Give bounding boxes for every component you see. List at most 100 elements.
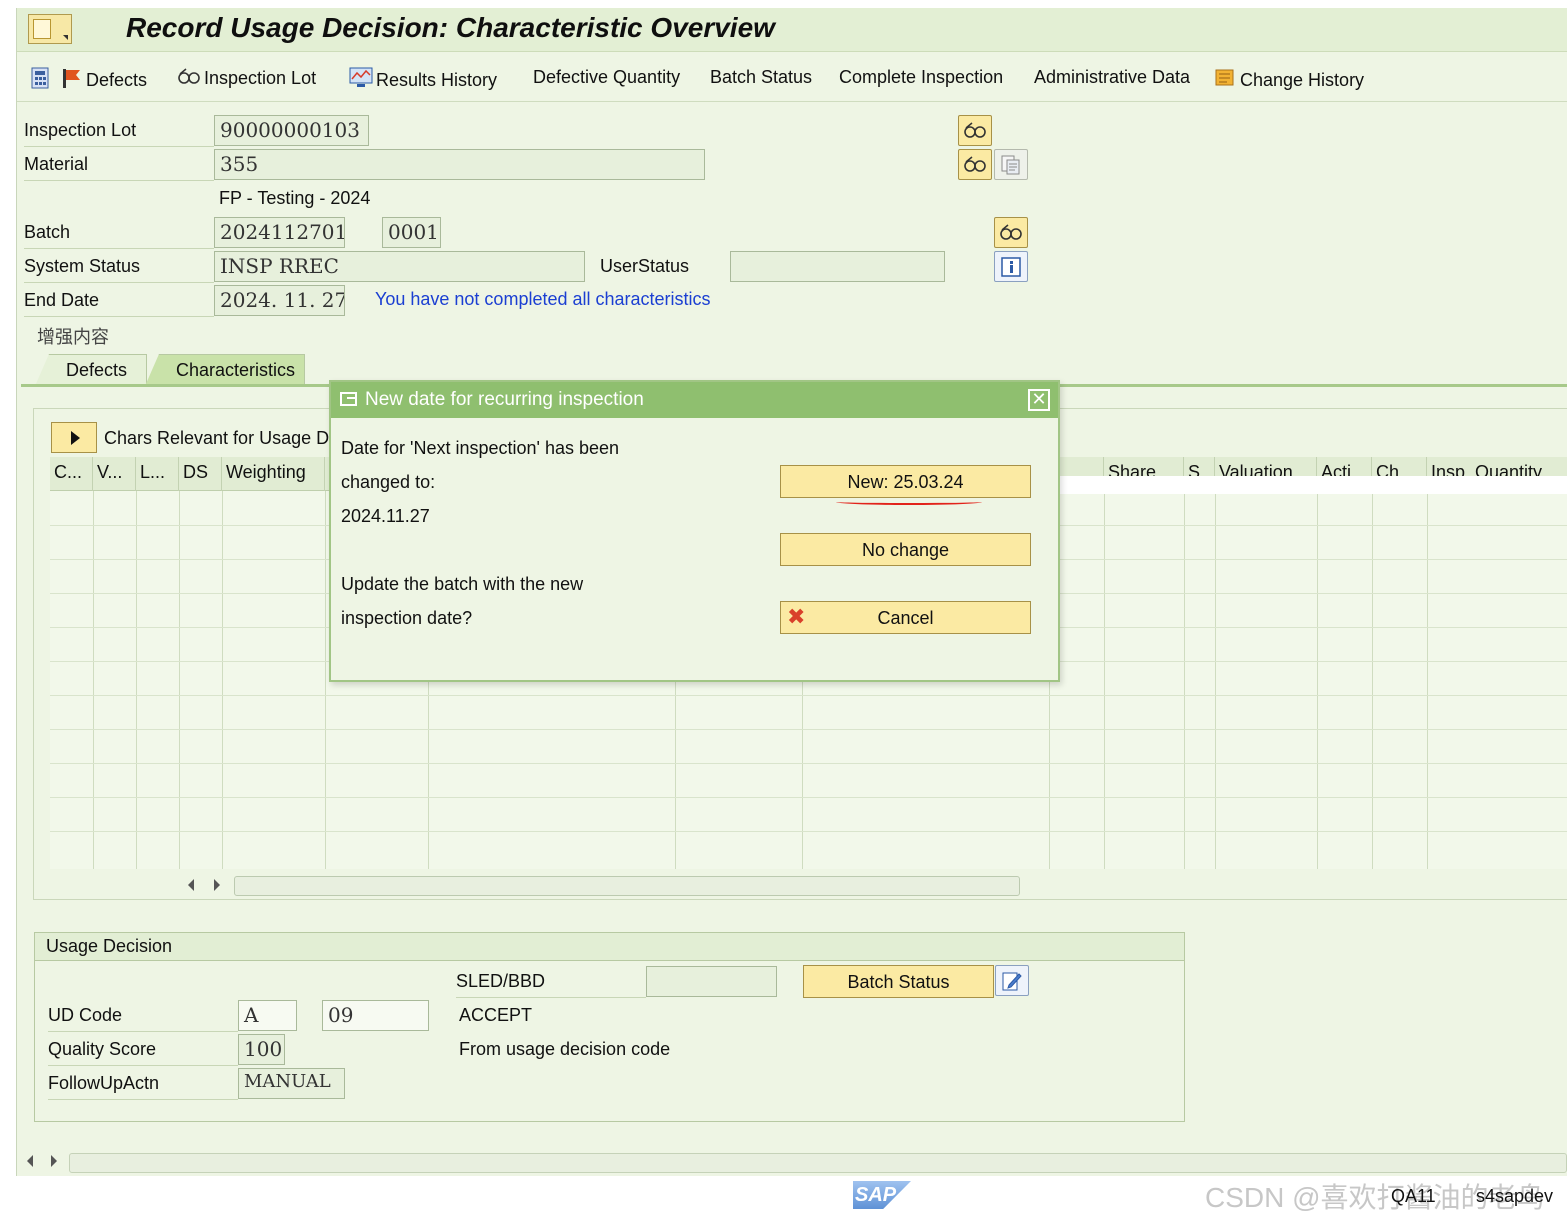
inspection-lot-field[interactable]: 90000000103 bbox=[214, 115, 369, 146]
inspection-lot-label: Inspection Lot bbox=[24, 120, 137, 140]
menu-icon[interactable] bbox=[28, 14, 72, 44]
calculator-icon[interactable] bbox=[31, 67, 49, 94]
batch-field[interactable]: 2024112701 bbox=[214, 217, 345, 248]
column-header[interactable]: C... bbox=[50, 457, 93, 491]
complete-inspection-button[interactable]: Complete Inspection bbox=[839, 67, 1003, 88]
grid-line bbox=[93, 491, 94, 869]
transaction-code: QA11 bbox=[1391, 1186, 1436, 1206]
column-header[interactable]: DS bbox=[179, 457, 222, 491]
display-inspection-lot-button[interactable] bbox=[958, 115, 992, 146]
scroll-track[interactable] bbox=[69, 1153, 1567, 1173]
dialog-text-line: inspection date? bbox=[341, 608, 473, 628]
quality-score-text: From usage decision code bbox=[459, 1039, 671, 1059]
edit-icon bbox=[996, 966, 1028, 995]
administrative-data-button[interactable]: Administrative Data bbox=[1034, 67, 1190, 88]
dialog-title: New date for recurring inspection bbox=[365, 389, 644, 410]
change-history-button[interactable]: Change History bbox=[1213, 67, 1364, 94]
grid-line bbox=[1372, 491, 1373, 869]
red-annotation-underline bbox=[836, 499, 982, 505]
grid-row bbox=[50, 729, 1567, 730]
inspection-lot-label: Inspection Lot bbox=[204, 68, 317, 88]
glasses-icon bbox=[959, 116, 991, 145]
grid-line bbox=[1184, 491, 1185, 869]
window-horizontal-scrollbar[interactable] bbox=[17, 1151, 1567, 1175]
material-list-button[interactable] bbox=[994, 149, 1028, 180]
column-header[interactable]: Weighting bbox=[222, 457, 325, 491]
enhancement-text: 增强内容 bbox=[37, 327, 109, 348]
system-name: s4sapdev bbox=[1476, 1186, 1554, 1206]
grid-row bbox=[50, 695, 1567, 696]
monitor-chart-icon bbox=[349, 67, 373, 94]
grid-line bbox=[136, 491, 137, 869]
label-underline bbox=[24, 180, 214, 181]
usage-decision-group: Usage Decision SLED/BBD Batch Status UD … bbox=[34, 932, 1185, 1122]
tab-defects[interactable]: Defects bbox=[35, 354, 147, 386]
no-change-button[interactable]: No change bbox=[780, 533, 1031, 566]
grid-line bbox=[1215, 491, 1216, 869]
material-field[interactable]: 355 bbox=[214, 149, 705, 180]
batch-status-button[interactable]: Batch Status bbox=[710, 67, 812, 88]
batch-sub-field[interactable]: 0001 bbox=[382, 217, 441, 248]
end-date-label: End Date bbox=[24, 290, 100, 310]
dialog-title-bar: New date for recurring inspection ✕ bbox=[331, 382, 1058, 418]
dialog-text-line: Date for 'Next inspection' has been bbox=[341, 438, 620, 458]
dialog-date-value: 2024.11.27 bbox=[341, 506, 430, 526]
inspection-lot-button[interactable]: Inspection Lot bbox=[177, 67, 316, 92]
sap-logo: SAP bbox=[853, 1181, 911, 1209]
cancel-button[interactable]: ✖ Cancel bbox=[780, 601, 1031, 634]
end-date-field[interactable]: 2024. 11. 27 bbox=[214, 285, 345, 316]
new-date-button[interactable]: New: 25.03.24 bbox=[780, 465, 1031, 498]
grid-row bbox=[50, 797, 1567, 798]
ud-code-sub-field[interactable]: 09 bbox=[322, 1000, 429, 1031]
scroll-left-icon[interactable] bbox=[27, 1155, 33, 1167]
display-material-button[interactable] bbox=[958, 149, 992, 180]
cancel-x-icon: ✖ bbox=[787, 604, 806, 629]
grid-line bbox=[179, 491, 180, 869]
scroll-right-icon[interactable] bbox=[51, 1155, 57, 1167]
scroll-right-icon[interactable] bbox=[214, 879, 220, 891]
system-status-label: System Status bbox=[24, 256, 141, 276]
followup-field[interactable]: MANUAL bbox=[238, 1068, 345, 1099]
batch-status-ud-button[interactable]: Batch Status bbox=[803, 965, 994, 998]
dialog-text-line: changed to: bbox=[341, 472, 436, 492]
quality-score-field[interactable]: 100 bbox=[238, 1034, 285, 1065]
grid-horizontal-scrollbar[interactable] bbox=[180, 875, 1020, 897]
ud-code-field[interactable]: A bbox=[238, 1000, 297, 1031]
grid-line bbox=[1104, 491, 1105, 869]
scroll-track[interactable] bbox=[234, 876, 1020, 896]
usage-decision-header: Usage Decision bbox=[35, 933, 1184, 961]
label-underline bbox=[24, 248, 214, 249]
edit-batch-button[interactable] bbox=[995, 965, 1029, 996]
quality-score-label: Quality Score bbox=[48, 1039, 157, 1059]
followup-label: FollowUpActn bbox=[48, 1073, 160, 1093]
display-batch-button[interactable] bbox=[994, 217, 1028, 248]
ud-code-text: ACCEPT bbox=[459, 1005, 533, 1025]
status-info-button[interactable] bbox=[994, 251, 1028, 282]
batch-label: Batch bbox=[24, 222, 71, 242]
ud-code-label: UD Code bbox=[48, 1005, 123, 1025]
column-header[interactable]: L... bbox=[136, 457, 179, 491]
column-header[interactable]: V... bbox=[93, 457, 136, 491]
incomplete-characteristics-message: You have not completed all characteristi… bbox=[375, 289, 711, 309]
sled-bbd-field[interactable] bbox=[646, 966, 777, 997]
close-icon[interactable]: ✕ bbox=[1028, 389, 1050, 411]
system-status-field[interactable]: INSP RREC bbox=[214, 251, 585, 282]
grid-row bbox=[50, 831, 1567, 832]
label-underline bbox=[48, 1031, 238, 1032]
dialog-text-line: Update the batch with the new bbox=[341, 574, 584, 594]
label-underline bbox=[24, 146, 214, 147]
info-icon bbox=[995, 252, 1027, 281]
user-status-field[interactable] bbox=[730, 251, 945, 282]
expand-button[interactable] bbox=[51, 422, 97, 453]
glasses-icon bbox=[177, 67, 201, 92]
tab-characteristics[interactable]: Characteristics bbox=[145, 354, 305, 386]
scroll-left-icon[interactable] bbox=[188, 879, 194, 891]
material-description: FP - Testing - 2024 bbox=[219, 188, 371, 208]
blank-area bbox=[1007, 476, 1567, 494]
results-history-button[interactable]: Results History bbox=[349, 67, 497, 94]
change-history-label: Change History bbox=[1240, 70, 1365, 90]
sled-bbd-label: SLED/BBD bbox=[456, 971, 546, 991]
label-underline bbox=[24, 316, 214, 317]
defective-quantity-button[interactable]: Defective Quantity bbox=[533, 67, 680, 88]
defects-button[interactable]: Defects bbox=[61, 67, 147, 94]
